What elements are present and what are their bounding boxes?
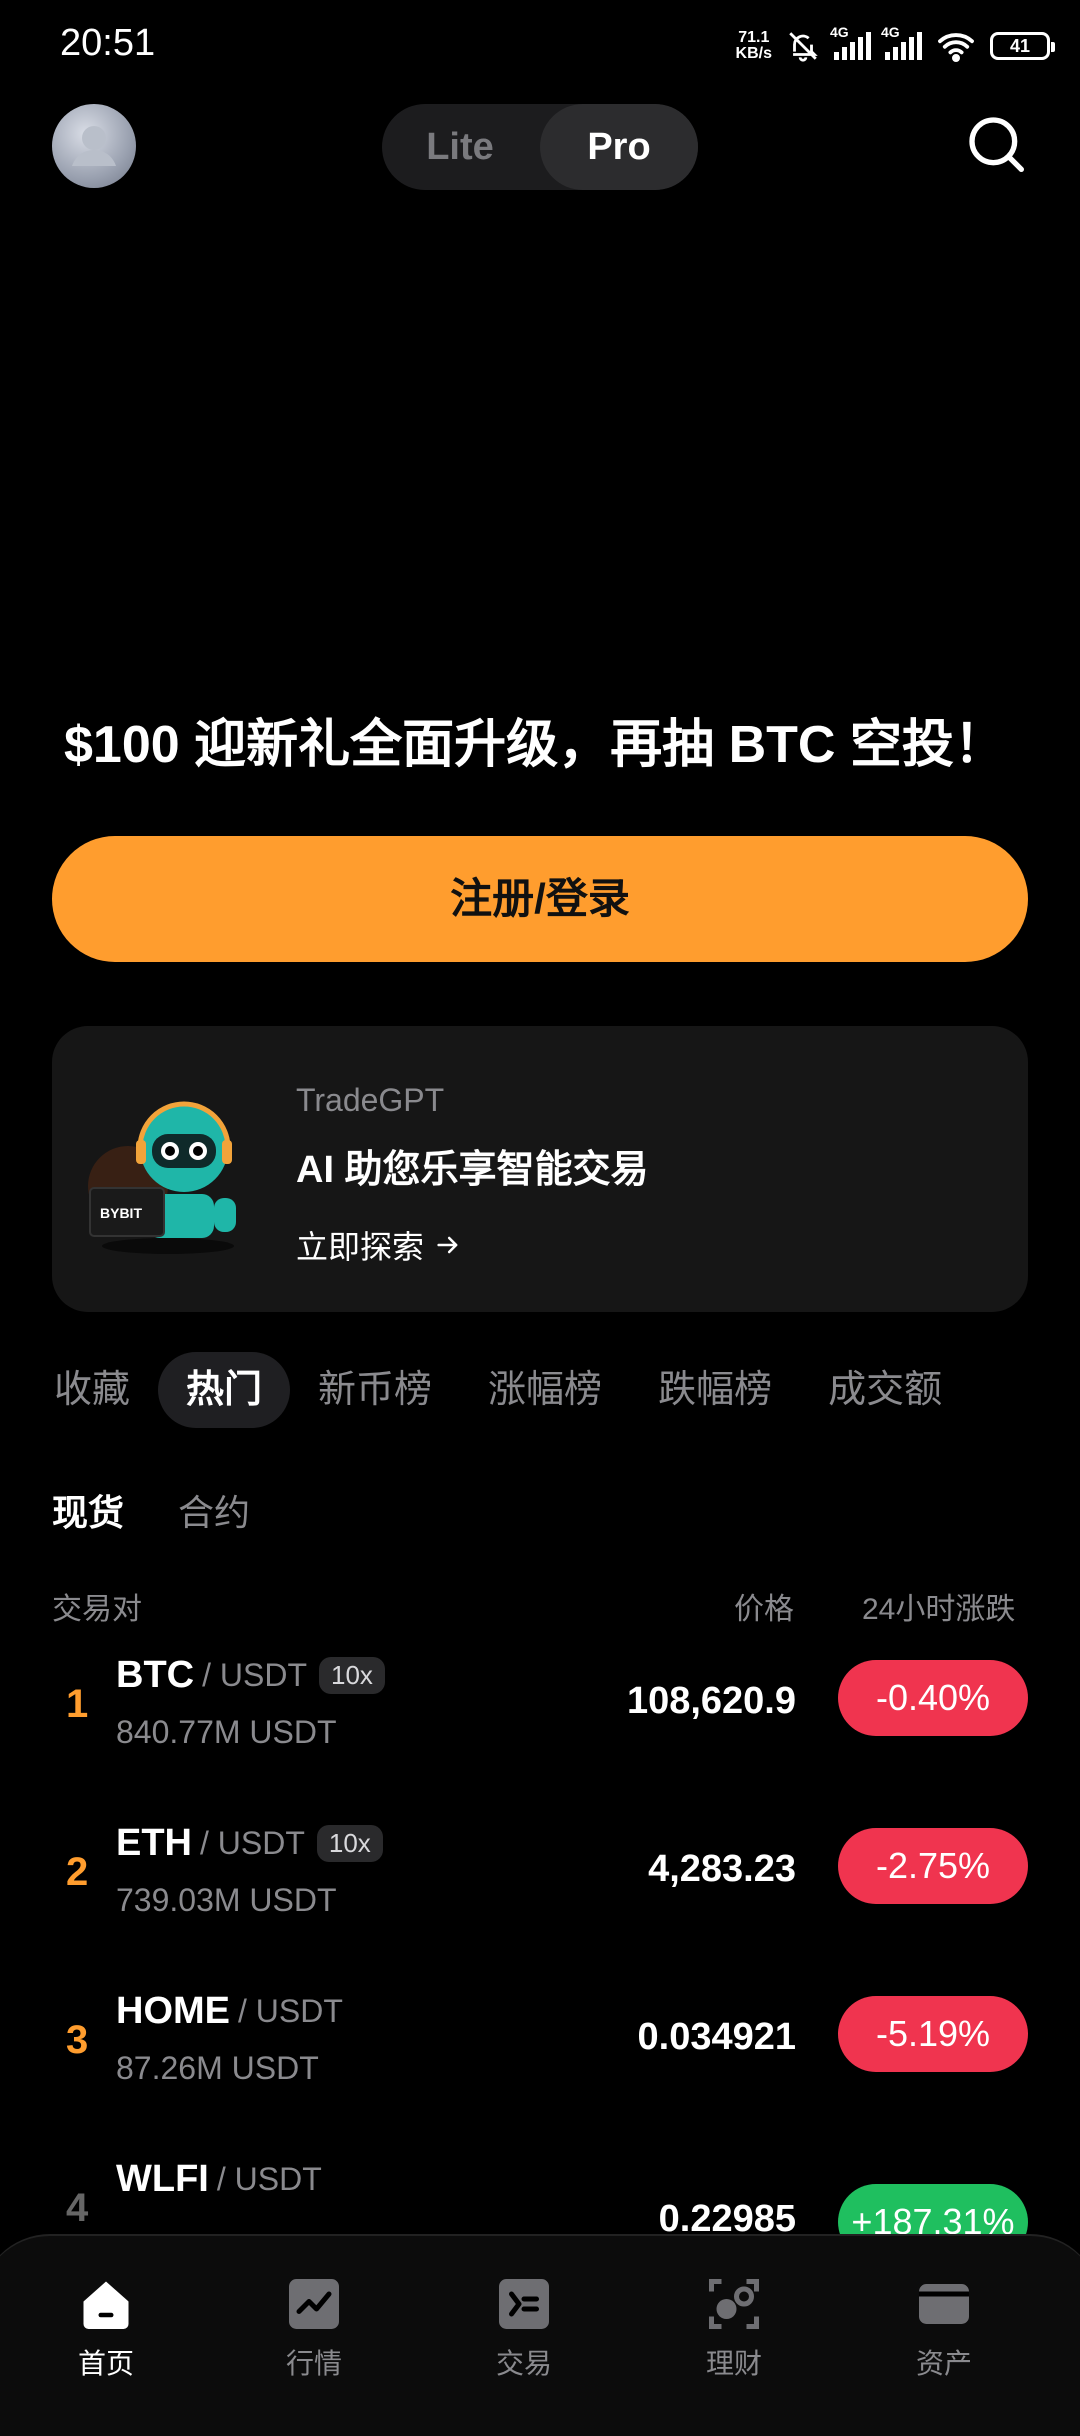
tab-hot[interactable]: 热门 [158,1352,291,1428]
nav-market[interactable]: 行情 [234,2274,394,2382]
nav-home[interactable]: 首页 [26,2274,186,2382]
svg-text:BYBIT: BYBIT [100,1205,142,1221]
market-row[interactable]: 3 HOME / USDT 87.26M USDT 0.034921 -5.19… [0,1968,1080,2136]
change-badge[interactable]: -2.75% [838,1828,1028,1904]
signal-sim1-icon: 4G [830,24,871,60]
pair-symbol: WLFI / USDT [116,2158,322,2200]
volume: 739.03M USDT [116,1882,337,1918]
price: 4,283.23 [648,1848,796,1890]
mode-pro-option[interactable]: Pro [540,104,698,190]
tab-spot[interactable]: 现货 [52,1484,124,1536]
market-row[interactable]: 2 ETH / USDT 10x 739.03M USDT 4,283.23 -… [0,1800,1080,1968]
robot-icon: BYBIT [88,1101,236,1254]
mode-toggle[interactable]: Lite Pro [382,104,698,190]
tab-favorites[interactable]: 收藏 [52,1352,158,1428]
avatar[interactable] [52,104,136,188]
change-badge[interactable]: -5.19% [838,1996,1028,2072]
search-icon [969,117,1024,172]
wallet-icon [919,2284,969,2324]
explore-link[interactable]: 立即探索 [296,1222,462,1268]
tradegpt-card[interactable]: BYBIT TradeGPT AI 助您乐享智能交易 立即探索 [52,1026,1028,1312]
price: 0.034921 [637,2016,797,2058]
market-chart-icon [289,2279,339,2329]
user-icon [72,126,116,166]
rank: 2 [66,1850,89,1894]
rank: 4 [66,2186,89,2230]
column-header-pair[interactable]: 交易对 [52,1584,142,1628]
status-time: 20:51 [60,22,156,64]
ai-card-subtitle: TradeGPT [296,1082,445,1118]
nav-trade[interactable]: 交易 [444,2274,604,2382]
tab-contracts[interactable]: 合约 [178,1484,250,1536]
mode-lite-option[interactable]: Lite [382,104,538,190]
arrow-right-icon [437,1236,458,1254]
tab-new-listings[interactable]: 新币榜 [290,1352,460,1428]
rank: 3 [66,2018,89,2062]
pair-symbol: HOME / USDT [116,1990,343,2032]
price: 108,620.9 [626,1680,796,1722]
ai-card-title: AI 助您乐享智能交易 [296,1149,649,1191]
column-header-change[interactable]: 24小时涨跌 [862,1584,1015,1628]
nav-earn[interactable]: 理财 [654,2274,814,2382]
tab-top-losers[interactable]: 跌幅榜 [630,1352,800,1428]
nav-assets[interactable]: 资产 [864,2274,1024,2382]
leverage-badge: 10x [319,1657,385,1694]
tab-top-gainers[interactable]: 涨幅榜 [460,1352,630,1428]
category-tabs: 收藏 热门 新币榜 涨幅榜 跌幅榜 成交额 [52,1352,970,1428]
wifi-icon [938,33,974,62]
status-icons: 71.1 KB/s 4G 4G 41 [735,22,1055,70]
trade-icon [499,2279,549,2329]
earn-icon [709,2279,759,2329]
signal-sim2-icon: 4G [881,24,922,60]
home-icon [83,2281,129,2329]
promo-headline: $100 迎新礼全面升级，再抽 BTC 空投！ [64,716,1006,774]
column-header-price[interactable]: 价格 [734,1584,794,1628]
market-row[interactable]: 1 BTC / USDT 10x 840.77M USDT 108,620.9 … [0,1632,1080,1800]
pair-symbol: BTC / USDT 10x [116,1654,385,1697]
bell-muted-icon [789,32,818,62]
register-login-button[interactable]: 注册/登录 [52,836,1028,962]
battery-icon: 41 [990,32,1055,60]
network-speed: 71.1 KB/s [735,29,772,62]
change-badge[interactable]: -0.40% [838,1660,1028,1736]
leverage-badge: 10x [316,1825,383,1862]
volume: 840.77M USDT [116,1714,337,1750]
rank: 1 [66,1682,89,1726]
search-button[interactable] [964,112,1028,176]
pair-symbol: ETH / USDT 10x [116,1822,383,1865]
tab-volume[interactable]: 成交额 [800,1352,970,1428]
market-type-tabs: 现货 合约 [52,1484,250,1536]
volume: 87.26M USDT [116,2050,319,2086]
